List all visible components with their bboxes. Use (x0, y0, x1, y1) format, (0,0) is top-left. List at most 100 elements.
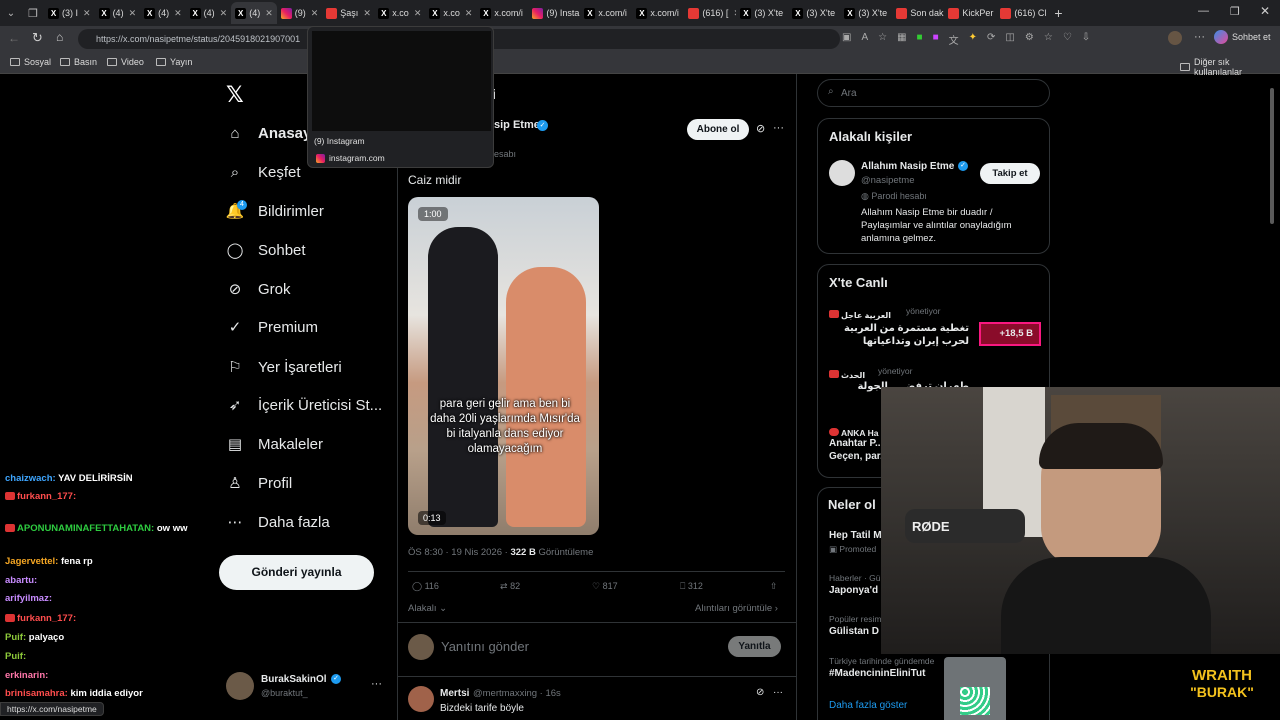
bookmark-basin[interactable]: Basın (60, 57, 97, 67)
chat-username[interactable]: Puif (5, 632, 23, 643)
close-tab-icon[interactable]: ✕ (129, 8, 137, 19)
sidebar-item-grok[interactable]: ⊘ Grok (226, 280, 291, 299)
post-video[interactable]: 1:00 para geri gelir ama ben bi daha 20l… (408, 197, 599, 535)
browser-tab[interactable]: Xx.com/i✕ (632, 2, 684, 24)
search-input[interactable]: ⌕ Ara (817, 79, 1050, 107)
panel-icon[interactable]: ◫ (1005, 32, 1014, 47)
reload-icon[interactable]: ↻ (32, 30, 43, 46)
post-button[interactable]: Gönderi yayınla (219, 555, 374, 590)
download-icon[interactable]: ⇩ (1082, 32, 1090, 47)
like-action[interactable]: ♡ 817 (592, 581, 618, 592)
menu-dots-icon[interactable]: ··· (1194, 31, 1205, 43)
refresh-ext-icon[interactable]: ⟳ (987, 32, 995, 47)
sidebar-item-search[interactable]: ⌕ Keşfet (226, 163, 301, 181)
close-tab-icon[interactable]: ✕ (83, 8, 91, 19)
subscribe-button[interactable]: Abone ol (687, 119, 749, 140)
browser-tab[interactable]: X (4) ✕ (186, 2, 232, 24)
favorites-icon[interactable]: ☆ (1044, 32, 1053, 47)
sidebar-item-verified[interactable]: ✓ Premium (226, 318, 318, 337)
screen-icon[interactable]: ▣ (842, 32, 851, 47)
close-tab-icon[interactable]: ✕ (174, 8, 182, 19)
bookmark-action[interactable]: ⎕ 312 (680, 581, 703, 592)
sidebar-item-bookmark[interactable]: ⚐ Yer İşaretleri (226, 358, 341, 377)
more-options-icon[interactable]: ··· (773, 122, 784, 134)
trend-item[interactable]: Haberler · Gü Japonya'd (829, 573, 881, 596)
bookmark-video[interactable]: Video (107, 57, 144, 67)
translate-icon[interactable]: 文 (949, 32, 959, 47)
chat-username[interactable]: abartu (5, 575, 34, 586)
browser-tab[interactable]: X(3) X'te✕ (788, 2, 840, 24)
workspace-icon[interactable]: ❐ (22, 7, 44, 20)
sidebar-item-more[interactable]: ⋯ Daha fazla (226, 513, 330, 532)
ext-icon[interactable]: ✦ (969, 32, 977, 47)
browser-tab[interactable]: (9) Insta✕ (528, 2, 580, 24)
x-logo[interactable]: 𝕏 (226, 82, 244, 108)
close-tab-icon[interactable]: ✕ (220, 8, 228, 19)
sidebar-item-article[interactable]: ▤ Makaleler (226, 435, 323, 454)
copilot-chat-button[interactable]: Sohbet et (1214, 30, 1271, 44)
close-tab-icon[interactable]: ✕ (363, 8, 371, 19)
grok-icon[interactable]: ⊘ (756, 687, 764, 698)
new-tab-button[interactable]: + (1054, 5, 1062, 21)
chat-username[interactable]: furkann_177 (17, 613, 73, 624)
browser-tab[interactable]: (9) ✕ (277, 2, 323, 24)
trend-item[interactable]: Türkiye tarihinde gündemde #MadencininEl… (829, 656, 934, 679)
browser-tab[interactable]: X (3) I ✕ (44, 2, 95, 24)
browser-tab[interactable]: KickPer✕ (944, 2, 996, 24)
reply-action[interactable]: ◯ 116 (412, 581, 439, 592)
chat-username[interactable]: furkann_177 (17, 491, 73, 502)
more-dots-icon[interactable]: ··· (371, 678, 382, 690)
browser-tab[interactable]: (616) Cl✕ (996, 2, 1048, 24)
reply-item[interactable]: Mertsi @mertmaxxing · 16s Bizdeki tarife… (408, 686, 788, 720)
tab-list-icon[interactable]: ⌄ (0, 8, 22, 19)
settings-icon[interactable]: ⚙ (1025, 32, 1034, 47)
browser-tab[interactable]: Xx.com/i✕ (580, 2, 632, 24)
bookmark-yayin[interactable]: Yayın (156, 57, 192, 67)
extension-icons[interactable]: ▣ A ☆ ▦ ■ ■ 文 ✦ ⟳ ◫ ⚙ ☆ ♡ ⇩ (842, 32, 1090, 47)
person-name[interactable]: Allahım Nasip Etme (861, 161, 954, 172)
browser-tab[interactable]: Son dak✕ (892, 2, 944, 24)
browser-tab[interactable]: Xx.co ✕ (425, 2, 476, 24)
browser-tab[interactable]: (616) [✕ (684, 2, 736, 24)
sidebar-item-chat[interactable]: ◯ Sohbet (226, 241, 306, 260)
close-tab-icon[interactable]: ✕ (265, 8, 273, 19)
browser-tab[interactable]: X (4) ✕ (231, 2, 277, 24)
maximize-button[interactable]: ❐ (1230, 5, 1240, 18)
zoom-icon[interactable]: A (861, 32, 868, 47)
heart-icon[interactable]: ♡ (1063, 32, 1072, 47)
share-icon[interactable]: ⇧ (770, 581, 778, 592)
trend-item[interactable]: Hep Tatil M ▣ Promoted (829, 530, 882, 555)
close-tab-icon[interactable]: ✕ (414, 8, 422, 19)
chat-username[interactable]: brinisamahra (5, 688, 65, 699)
ext-icon[interactable]: ■ (933, 32, 939, 47)
sidebar-item-user[interactable]: ♙ Profil (226, 474, 292, 493)
repost-action[interactable]: ⇄ 82 (500, 581, 520, 592)
browser-tab[interactable]: Şaşı ✕ (322, 2, 374, 24)
chat-username[interactable]: Puif (5, 651, 23, 662)
show-more-link[interactable]: Daha fazla göster (829, 700, 907, 711)
reply-input[interactable]: Yanıtını gönder (441, 639, 529, 654)
live-item[interactable]: العربية عاجل yönetiyor تغطية مستمرة من ا… (829, 305, 1044, 355)
sort-relevant[interactable]: Alakalı ⌄ (408, 603, 447, 614)
chat-username[interactable]: arifyilmaz (5, 593, 49, 604)
minimize-button[interactable]: — (1198, 5, 1209, 17)
close-window-button[interactable]: ✕ (1260, 4, 1270, 18)
browser-tab[interactable]: X (4) ✕ (95, 2, 141, 24)
browser-tab[interactable]: X(3) X'te✕ (840, 2, 892, 24)
chat-username[interactable]: APONUNAMINAFETTAHATAN (17, 523, 151, 534)
chat-username[interactable]: chaizwach (5, 473, 53, 484)
close-tab-icon[interactable]: ✕ (465, 8, 473, 19)
account-switcher[interactable]: BurakSakinOl ✓ @buraktut_ ··· (226, 672, 386, 702)
grok-icon[interactable]: ⊘ (756, 122, 765, 135)
chat-username[interactable]: Jagervettel (5, 556, 55, 567)
bookmark-sosyal[interactable]: Sosyal (10, 57, 51, 67)
browser-tab[interactable]: Xx.co ✕ (374, 2, 425, 24)
browser-tab[interactable]: Xx.com/i✕ (476, 2, 528, 24)
sidebar-item-rocket[interactable]: ➶ İçerik Üreticisi St... (226, 396, 382, 415)
ext-icon[interactable]: ■ (917, 32, 923, 47)
star-icon[interactable]: ☆ (878, 32, 887, 47)
trend-item[interactable]: Popüler resim Gülistan D (829, 614, 881, 637)
close-tab-icon[interactable]: ✕ (311, 8, 319, 19)
scrollbar-thumb[interactable] (1270, 88, 1274, 224)
reply-button[interactable]: Yanıtla (728, 636, 781, 657)
